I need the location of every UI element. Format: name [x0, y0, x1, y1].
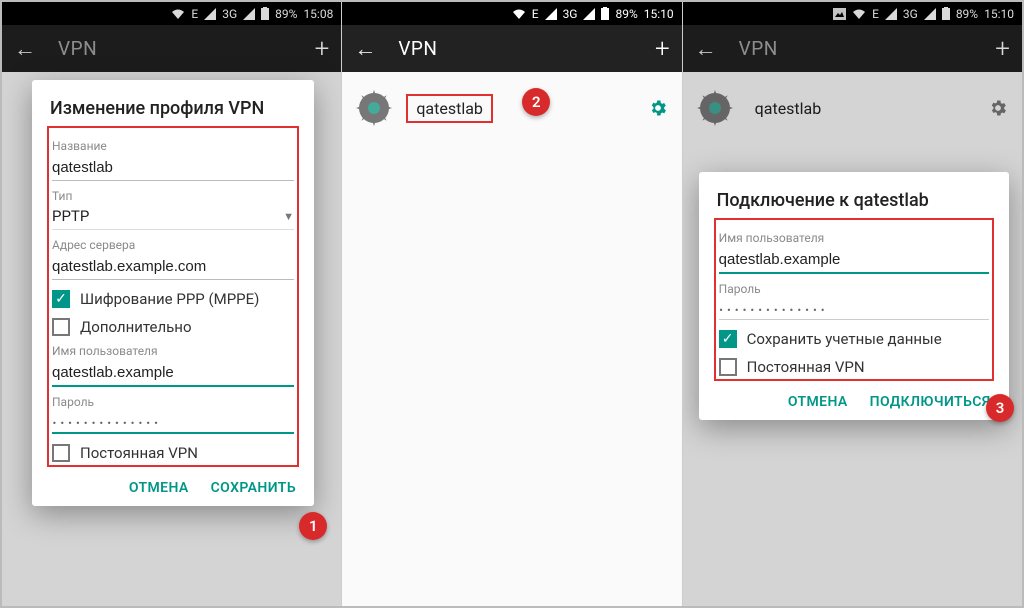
- advanced-label: Дополнительно: [80, 318, 192, 336]
- wifi-icon: [512, 8, 526, 20]
- add-icon[interactable]: +: [655, 34, 670, 64]
- server-label: Адрес сервера: [52, 238, 294, 252]
- alwayson-label: Постоянная VPN: [80, 444, 198, 462]
- save-button[interactable]: СОХРАНИТЬ: [211, 480, 296, 496]
- battery-pct: 89%: [615, 7, 637, 21]
- type-value: PPTP: [52, 203, 283, 229]
- cancel-button[interactable]: ОТМЕНА: [129, 480, 189, 496]
- type-select[interactable]: PPTP ▼: [52, 203, 294, 230]
- dialog-actions: ОТМЕНА ПОДКЛЮЧИТЬСЯ: [717, 394, 991, 410]
- signal-icon: [545, 8, 557, 20]
- checkbox-checked-icon: ✓: [719, 330, 737, 348]
- net-3g: 3G: [563, 7, 578, 21]
- mppe-label: Шифрование PPP (MPPE): [80, 290, 259, 308]
- highlighted-form: Название Тип PPTP ▼ Адрес сервера ✓ Шифр…: [47, 126, 299, 467]
- checkbox-icon: [52, 444, 70, 462]
- username-label: Имя пользователя: [719, 231, 989, 245]
- checkbox-icon: [52, 318, 70, 336]
- vpn-name: qatestlab: [406, 94, 493, 123]
- screenshot-panel-3: E 3G 89% 15:10 ← VPN + qatestlab: [683, 2, 1022, 606]
- app-bar: ← VPN +: [342, 25, 681, 72]
- save-creds-label: Сохранить учетные данные: [747, 330, 942, 348]
- username-input[interactable]: [52, 358, 294, 387]
- dialog-actions: ОТМЕНА СОХРАНИТЬ: [50, 480, 296, 496]
- alwayson-checkbox-row[interactable]: Постоянная VPN: [52, 444, 294, 462]
- clock: 15:10: [644, 7, 674, 21]
- connect-button[interactable]: ПОДКЛЮЧИТЬСЯ: [870, 394, 991, 410]
- dialog-title: Изменение профиля VPN: [50, 98, 296, 119]
- checkbox-checked-icon: ✓: [52, 290, 70, 308]
- password-label: Пароль: [52, 395, 294, 409]
- username-label: Имя пользователя: [52, 344, 294, 358]
- appbar-title: VPN: [398, 37, 633, 60]
- type-label: Тип: [52, 189, 294, 203]
- mppe-checkbox-row[interactable]: ✓ Шифрование PPP (MPPE): [52, 290, 294, 308]
- password-input[interactable]: ••••••••••••••: [719, 296, 989, 320]
- server-input[interactable]: [52, 252, 294, 280]
- screenshot-panel-1: E 3G 89% 15:08 ← VPN + Изменение профиля…: [2, 2, 341, 606]
- name-input[interactable]: [52, 153, 294, 181]
- annotation-marker-3: 3: [986, 394, 1014, 422]
- net-e: E: [532, 7, 539, 21]
- screenshot-panel-2: E 3G 89% 15:10 ← VPN + qatestlab 2: [342, 2, 681, 606]
- status-bar: E 3G 89% 15:10: [342, 2, 681, 25]
- cancel-button[interactable]: ОТМЕНА: [788, 394, 848, 410]
- highlighted-form: Имя пользователя Пароль •••••••••••••• ✓…: [714, 218, 994, 381]
- back-icon[interactable]: ←: [354, 36, 376, 62]
- settings-icon[interactable]: [648, 98, 668, 118]
- gear-icon: [356, 90, 392, 126]
- signal-icon-2: [583, 8, 595, 20]
- alwayson-checkbox-row[interactable]: Постоянная VPN: [719, 358, 989, 376]
- password-input[interactable]: ••••••••••••••: [52, 409, 294, 434]
- battery-icon: [601, 7, 609, 20]
- username-input[interactable]: [719, 245, 989, 274]
- connect-vpn-dialog: Подключение к qatestlab Имя пользователя…: [699, 172, 1009, 420]
- save-creds-checkbox-row[interactable]: ✓ Сохранить учетные данные: [719, 330, 989, 348]
- alwayson-label: Постоянная VPN: [747, 358, 865, 376]
- password-label: Пароль: [719, 282, 989, 296]
- advanced-checkbox-row[interactable]: Дополнительно: [52, 318, 294, 336]
- chevron-down-icon: ▼: [283, 210, 294, 223]
- vpn-list-item[interactable]: qatestlab: [356, 90, 667, 126]
- edit-vpn-dialog: Изменение профиля VPN Название Тип PPTP …: [32, 80, 314, 506]
- checkbox-icon: [719, 358, 737, 376]
- dialog-title: Подключение к qatestlab: [717, 190, 991, 211]
- vpn-list: qatestlab: [342, 72, 681, 606]
- name-label: Название: [52, 139, 294, 153]
